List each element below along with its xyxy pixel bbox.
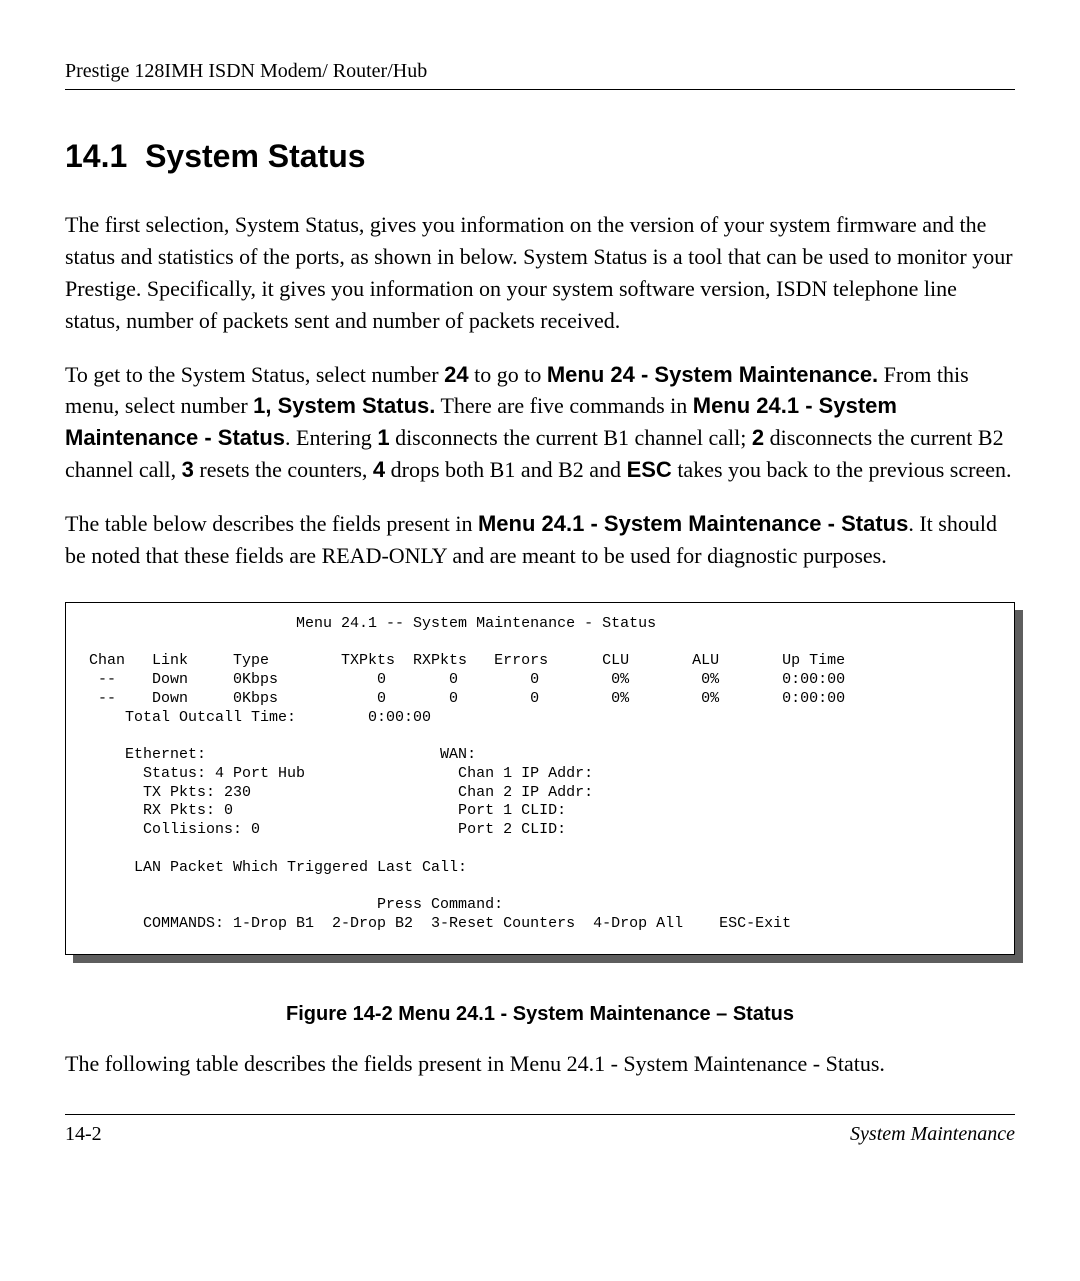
terminal-row-2: -- Down 0Kbps 0 0 0 0% 0% 0:00:00: [80, 690, 845, 707]
text: drops both B1 and B2 and: [385, 457, 626, 482]
page-footer: 14-2 System Maintenance: [65, 1123, 1015, 1146]
bold-4: 4: [373, 457, 385, 482]
terminal-collisions: Collisions: 0 Port 2 CLID:: [80, 821, 566, 838]
paragraph-3: The table below describes the fields pre…: [65, 508, 1015, 572]
terminal-outcall: Total Outcall Time: 0:00:00: [80, 709, 431, 726]
figure-caption: Figure 14-2 Menu 24.1 - System Maintenan…: [65, 1003, 1015, 1026]
text: to go to: [469, 362, 547, 387]
text: resets the counters,: [194, 457, 373, 482]
bold-3: 3: [182, 457, 194, 482]
paragraph-2: To get to the System Status, select numb…: [65, 359, 1015, 487]
terminal-commands: COMMANDS: 1-Drop B1 2-Drop B2 3-Reset Co…: [80, 915, 791, 932]
terminal-rxpkts: RX Pkts: 0 Port 1 CLID:: [80, 802, 566, 819]
text: disconnects the current B1 channel call;: [390, 425, 752, 450]
terminal-screen: Menu 24.1 -- System Maintenance - Status…: [65, 602, 1015, 955]
terminal-header-row: Chan Link Type TXPkts RXPkts Errors CLU …: [80, 652, 845, 669]
terminal-title: Menu 24.1 -- System Maintenance - Status: [80, 615, 656, 632]
paragraph-4: The following table describes the fields…: [65, 1048, 1015, 1080]
bold-menu24: Menu 24 - System Maintenance.: [547, 362, 878, 387]
bold-1: 1: [377, 425, 389, 450]
terminal-figure: Menu 24.1 -- System Maintenance - Status…: [65, 602, 1015, 955]
bold-24: 24: [444, 362, 468, 387]
bold-menu241-status: Menu 24.1 - System Maintenance - Status: [478, 511, 908, 536]
bold-2: 2: [752, 425, 764, 450]
text: The table below describes the fields pre…: [65, 511, 478, 536]
terminal-press-command: Press Command:: [80, 896, 503, 913]
page: Prestige 128IMH ISDN Modem/ Router/Hub 1…: [0, 0, 1080, 1281]
section-heading: System Status: [145, 138, 366, 174]
bold-esc: ESC: [627, 457, 672, 482]
text: takes you back to the previous screen.: [672, 457, 1012, 482]
footer-section: System Maintenance: [850, 1123, 1015, 1146]
bottom-rule: [65, 1114, 1015, 1115]
terminal-lan-trigger: LAN Packet Which Triggered Last Call:: [80, 859, 467, 876]
running-head: Prestige 128IMH ISDN Modem/ Router/Hub: [65, 60, 1015, 83]
terminal-status: Status: 4 Port Hub Chan 1 IP Addr:: [80, 765, 593, 782]
section-number: 14.1: [65, 138, 127, 174]
text: There are five commands in: [435, 393, 692, 418]
text: . Entering: [285, 425, 377, 450]
text: To get to the System Status, select numb…: [65, 362, 444, 387]
terminal-eth-wan: Ethernet: WAN:: [80, 746, 476, 763]
footer-page-number: 14-2: [65, 1123, 102, 1146]
top-rule: [65, 89, 1015, 90]
paragraph-1: The first selection, System Status, give…: [65, 209, 1015, 337]
section-title: 14.1 System Status: [65, 138, 1015, 175]
terminal-row-1: -- Down 0Kbps 0 0 0 0% 0% 0:00:00: [80, 671, 845, 688]
terminal-txpkts: TX Pkts: 230 Chan 2 IP Addr:: [80, 784, 593, 801]
bold-1-system-status: 1, System Status.: [253, 393, 435, 418]
